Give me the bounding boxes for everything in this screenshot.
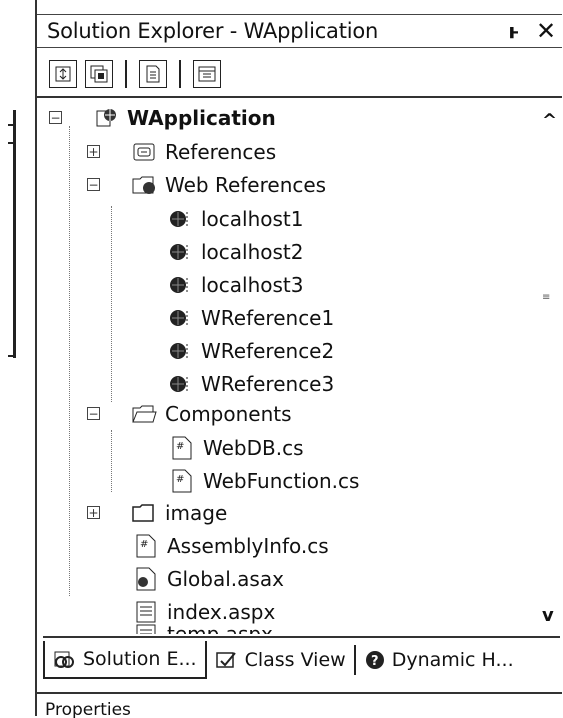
tree-item-web-reference[interactable]: WReference3 <box>167 368 334 400</box>
web-service-icon <box>167 338 193 364</box>
tree-item-components[interactable]: Components <box>131 398 292 430</box>
neighbor-tick <box>8 142 16 144</box>
svg-text:?: ? <box>371 654 379 669</box>
tree-item-aspx-file[interactable]: temp.aspx <box>133 622 273 634</box>
show-all-files-icon[interactable] <box>85 60 113 88</box>
tree-item-web-references[interactable]: Web References <box>131 169 326 201</box>
neighbor-window-bar <box>13 110 16 358</box>
tree-item-root[interactable]: WApplication <box>93 102 276 134</box>
panel-titlebar: Solution Explorer - WApplication ͱ ✕ <box>37 14 562 48</box>
tree-item-label: Global.asax <box>167 567 284 591</box>
tab-solution-explorer[interactable]: Solution E... <box>43 641 207 679</box>
tab-label: Class View <box>244 649 346 671</box>
tree-item-web-reference[interactable]: WReference2 <box>167 335 334 367</box>
tab-dynamic-help[interactable]: ? Dynamic H... <box>356 641 522 679</box>
cs-file-icon: # <box>169 435 195 461</box>
tree-item-label: AssemblyInfo.cs <box>167 534 329 558</box>
toolbar-separator <box>125 60 127 88</box>
tree-item-label: localhost2 <box>201 240 304 264</box>
panel-title: Solution Explorer - WApplication <box>47 19 379 43</box>
properties-panel: Properties <box>37 692 562 718</box>
tree-item-label: index.aspx <box>167 600 276 624</box>
tree-item-web-reference[interactable]: WReference1 <box>167 302 334 334</box>
tree-item-label: WReference2 <box>201 339 335 363</box>
svg-text:#: # <box>140 539 148 550</box>
solution-toolbar <box>37 56 563 92</box>
tab-class-view[interactable]: Class View <box>207 641 354 679</box>
solution-tree: − WApplication + References − Web Refere… <box>37 96 562 634</box>
class-view-icon <box>215 649 239 671</box>
tree-item-label: WReference3 <box>201 372 335 396</box>
tree-item-label: localhost3 <box>201 273 304 297</box>
folder-open-icon <box>131 401 157 427</box>
panel-tabs: Solution E... Class View ? Dynamic H... <box>43 636 560 682</box>
tree-item-label: temp.aspx <box>167 622 273 634</box>
collapse-icon[interactable]: − <box>49 111 62 124</box>
web-service-icon <box>167 272 193 298</box>
properties-icon[interactable] <box>139 60 167 88</box>
references-folder-icon <box>131 139 157 165</box>
tree-item-references[interactable]: References <box>131 136 276 168</box>
aspx-file-icon <box>133 622 159 634</box>
tree-item-label: localhost1 <box>201 207 304 231</box>
toolbar-separator <box>179 60 181 88</box>
tree-item-cs-file[interactable]: # WebDB.cs <box>169 432 304 464</box>
tree-guide <box>111 206 112 402</box>
expand-icon[interactable]: + <box>87 506 100 519</box>
pin-icon[interactable]: ͱ <box>498 19 530 43</box>
tree-item-label: WApplication <box>127 106 276 130</box>
asax-file-icon <box>133 566 159 592</box>
close-icon[interactable]: ✕ <box>530 17 562 45</box>
web-service-icon <box>167 206 193 232</box>
collapse-icon[interactable]: − <box>87 407 100 420</box>
tree-item-label: Components <box>165 402 292 426</box>
web-service-icon <box>167 371 193 397</box>
svg-text:#: # <box>176 474 184 485</box>
tree-guide <box>111 430 112 492</box>
tree-item-web-reference[interactable]: localhost3 <box>167 269 304 301</box>
web-service-icon <box>167 239 193 265</box>
refresh-icon[interactable] <box>49 60 77 88</box>
scroll-down-icon[interactable]: v <box>542 605 554 626</box>
tree-item-image-folder[interactable]: image <box>131 497 227 529</box>
tree-guide <box>69 126 70 596</box>
svg-text:#: # <box>176 441 184 452</box>
help-icon: ? <box>364 649 386 671</box>
tree-item-cs-file[interactable]: # AssemblyInfo.cs <box>133 530 329 562</box>
tree-item-label: image <box>165 501 228 525</box>
tree-item-asax-file[interactable]: Global.asax <box>133 563 284 595</box>
collapse-icon[interactable]: − <box>87 178 100 191</box>
solution-explorer-panel: Solution Explorer - WApplication ͱ ✕ − W… <box>35 0 563 718</box>
scroll-up-icon[interactable]: ^ <box>542 110 557 131</box>
tree-item-label: WReference1 <box>201 306 335 330</box>
tab-label: Solution E... <box>83 648 197 670</box>
tree-item-label: WebFunction.cs <box>203 469 360 493</box>
folder-icon <box>131 500 157 526</box>
neighbor-tick <box>8 124 16 126</box>
properties-panel-title: Properties <box>45 700 131 718</box>
tree-item-cs-file[interactable]: # WebFunction.cs <box>169 465 359 497</box>
neighbor-window-edge <box>0 0 30 716</box>
neighbor-tick <box>8 355 16 357</box>
tree-item-web-reference[interactable]: localhost2 <box>167 236 304 268</box>
cs-file-icon: # <box>169 468 195 494</box>
solution-explorer-icon <box>53 648 77 670</box>
view-designer-icon[interactable] <box>193 60 221 88</box>
scroll-thumb[interactable]: ≡ <box>542 292 556 304</box>
tree-item-label: References <box>165 140 277 164</box>
tree-item-web-reference[interactable]: localhost1 <box>167 203 304 235</box>
tab-label: Dynamic H... <box>391 649 514 671</box>
expand-icon[interactable]: + <box>87 145 100 158</box>
tree-item-label: Web References <box>165 173 327 197</box>
cs-file-icon: # <box>133 533 159 559</box>
tree-scrollbar[interactable]: ^ ≡ v <box>540 102 560 632</box>
web-project-icon <box>93 105 119 131</box>
web-references-folder-icon <box>131 172 157 198</box>
tree-item-label: WebDB.cs <box>203 436 304 460</box>
web-service-icon <box>167 305 193 331</box>
